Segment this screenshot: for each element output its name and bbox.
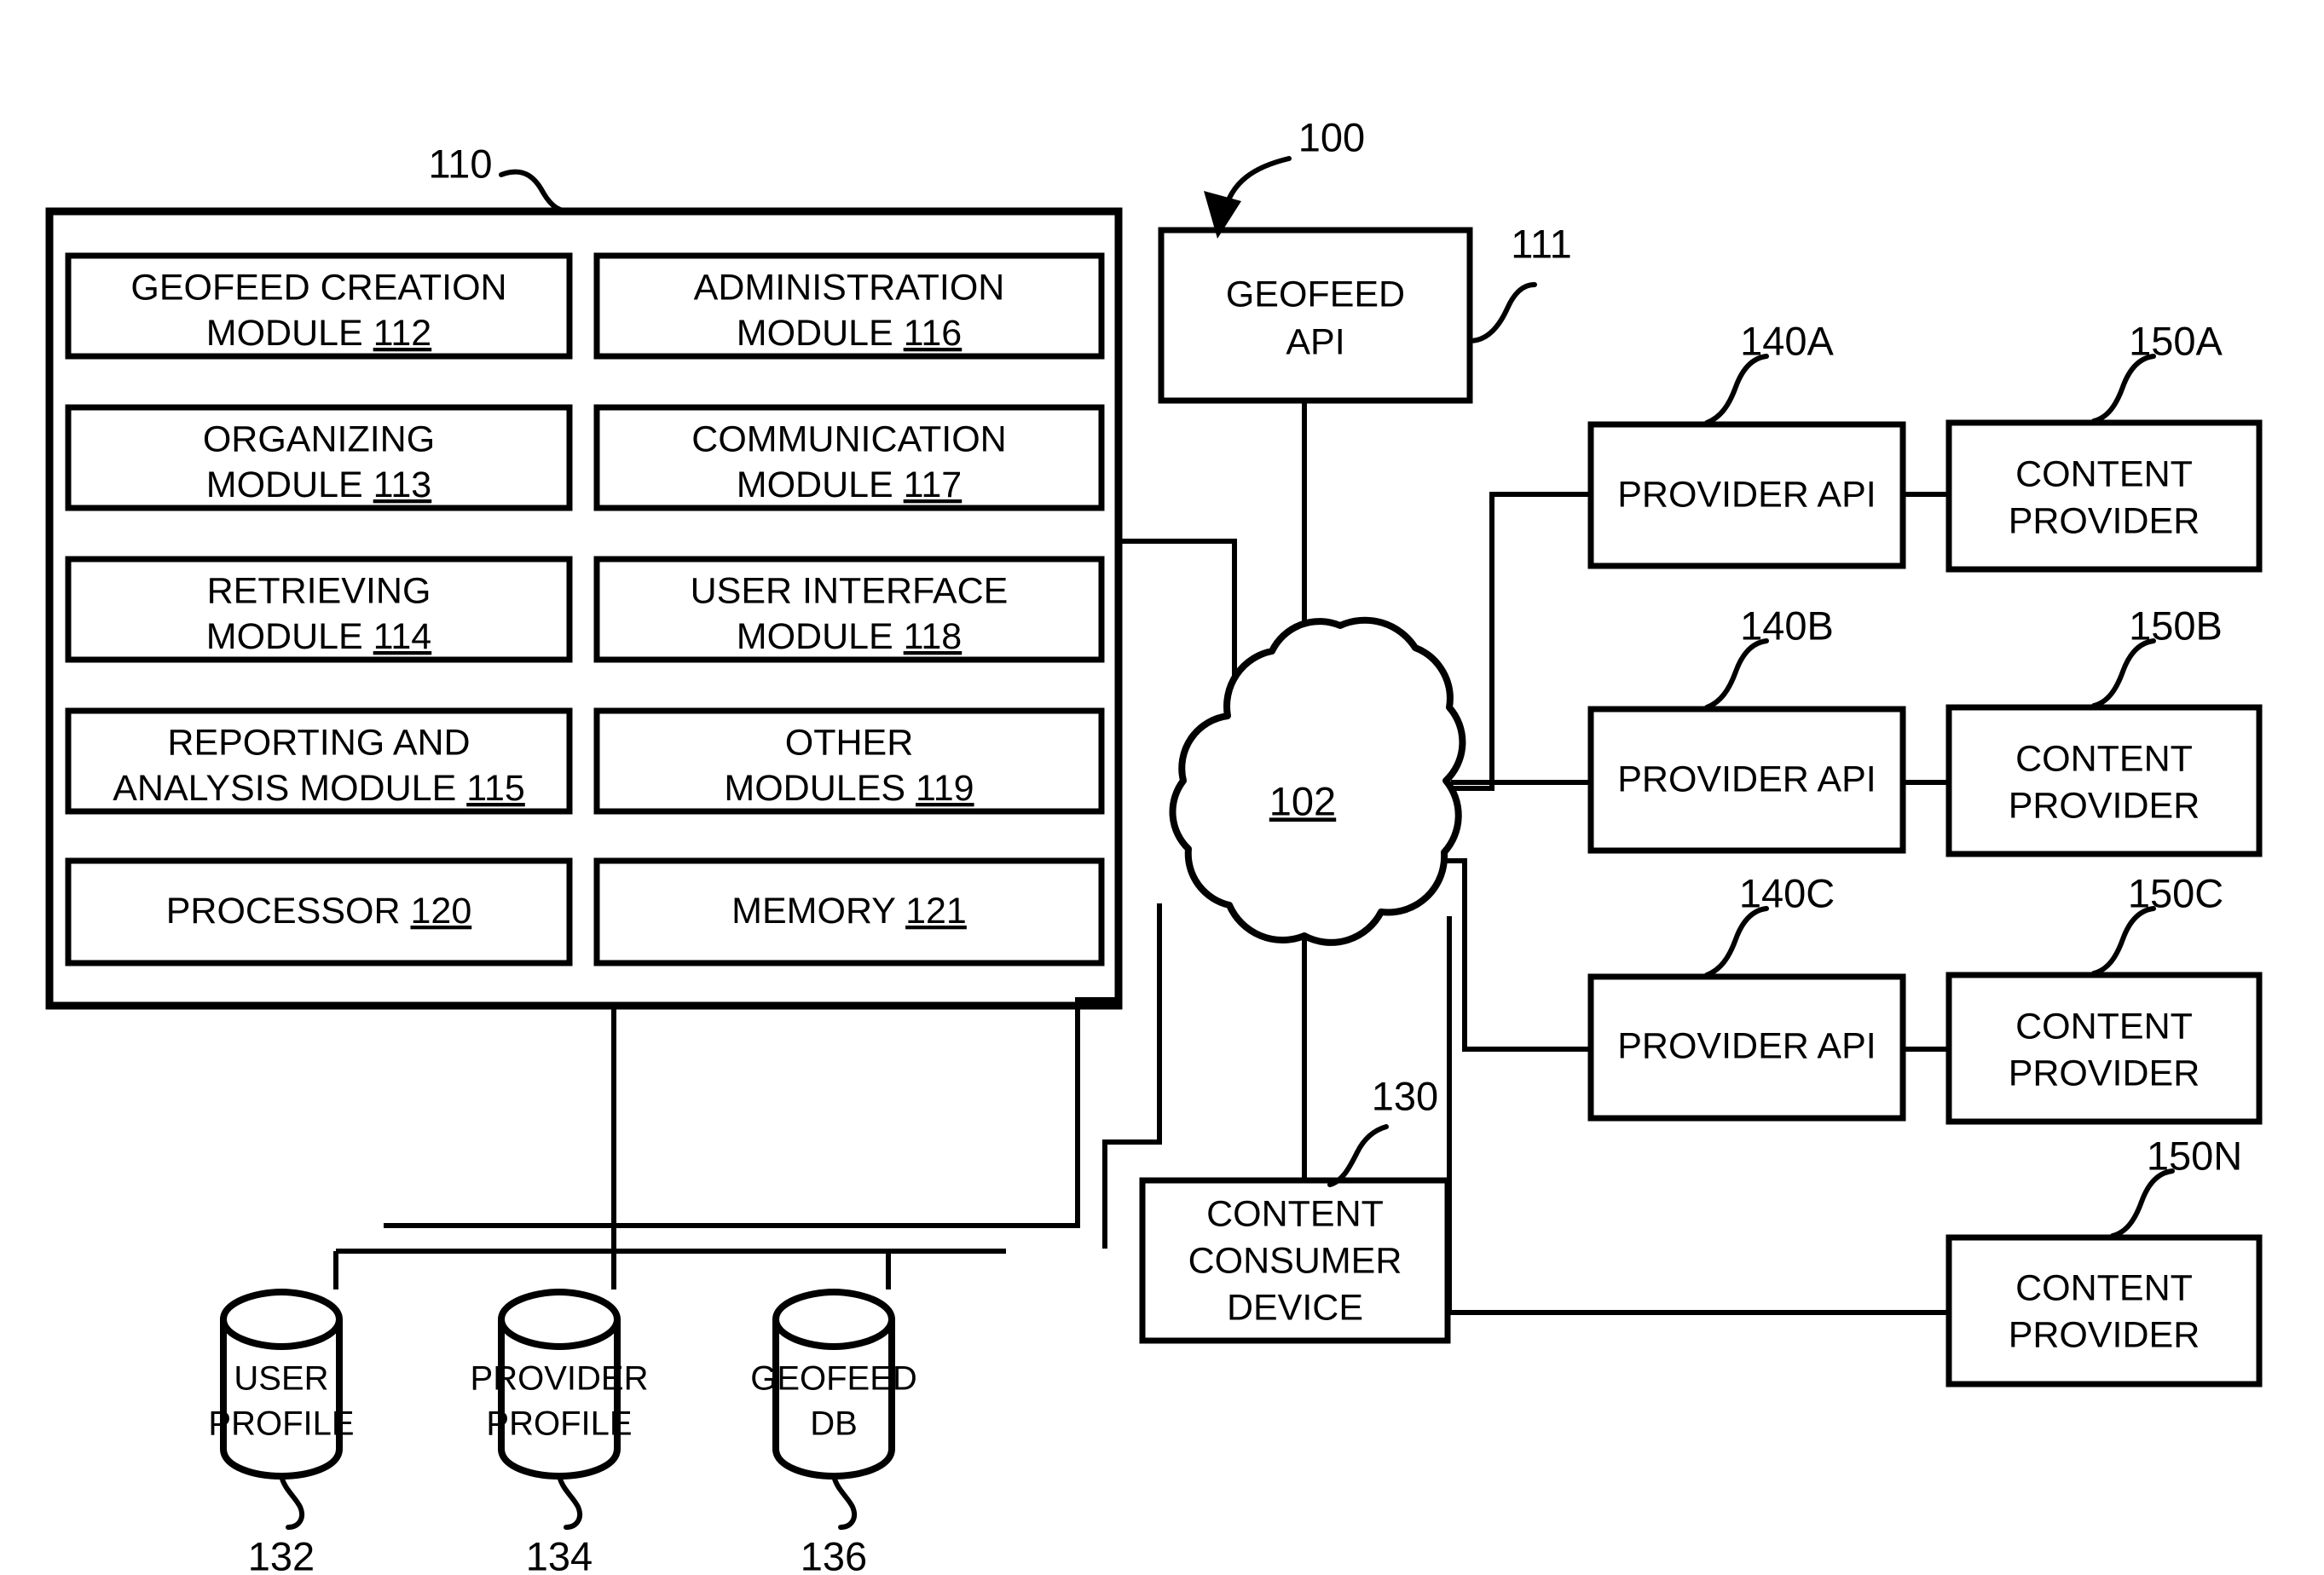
network-cloud-ref: 102: [1269, 778, 1336, 823]
ref-140C: 140C: [1739, 870, 1835, 915]
module-118-line2: MODULE 118: [737, 616, 962, 657]
ref-140B: 140B: [1740, 603, 1834, 648]
leader-150N: [2110, 1168, 2175, 1238]
db-132-line2: PROFILE: [208, 1405, 354, 1443]
module-116-line1: ADMINISTRATION: [694, 267, 1005, 308]
provider-api-label-140B: PROVIDER API: [1617, 759, 1876, 799]
ref-110: 110: [429, 141, 493, 186]
content-provider-box-150N: [1945, 1234, 2263, 1388]
db-132-line1: USER: [234, 1360, 328, 1398]
module-117-line1: COMMUNICATION: [691, 418, 1006, 459]
leader-132: [279, 1474, 305, 1530]
leader-150A: [2091, 354, 2156, 424]
content-provider-line1-150A: CONTENT: [2015, 453, 2193, 494]
geofeed-api-line2: API: [1286, 321, 1344, 362]
module-116-line2: MODULE 116: [737, 313, 962, 354]
db-136-line1: GEOFEED: [750, 1360, 917, 1398]
module-115-line1: REPORTING AND: [167, 722, 470, 763]
leader-150B: [2091, 638, 2156, 708]
ref-150C: 150C: [2128, 870, 2223, 915]
content-provider-line2-150B: PROVIDER: [2009, 785, 2200, 826]
ref-150N: 150N: [2147, 1133, 2242, 1178]
leader-136: [831, 1474, 858, 1530]
consumer-device-line2: CONSUMER: [1188, 1240, 1402, 1281]
ref-130: 130: [1372, 1073, 1438, 1118]
wire-cloud-to-providerC: [1432, 858, 1593, 1052]
module-121-label: MEMORY 121: [731, 891, 967, 932]
content-provider-line1-150C: CONTENT: [2015, 1006, 2193, 1047]
content-provider-box-150C: [1945, 972, 2263, 1125]
wire-system-to-cloud: [1119, 539, 1237, 716]
geofeed-api-box: [1158, 227, 1473, 404]
patent-figure: 110 100 111 GEOFEED CREATION MODULE 112 …: [0, 0, 2324, 1575]
leader-110: [499, 169, 579, 215]
leader-140B: [1704, 638, 1769, 710]
module-118-line1: USER INTERFACE: [691, 570, 1009, 611]
module-112-line2: MODULE 112: [206, 313, 431, 354]
leader-140A: [1704, 354, 1769, 425]
provider-api-label-140C: PROVIDER API: [1617, 1025, 1876, 1066]
wire-system-right-to-dbbus: [384, 997, 1119, 1228]
module-114-line1: RETRIEVING: [207, 570, 431, 611]
ref-150A: 150A: [2129, 318, 2223, 363]
content-provider-line2-150C: PROVIDER: [2009, 1053, 2200, 1093]
db-134-line2: PROFILE: [486, 1405, 632, 1443]
ref-150B: 150B: [2129, 603, 2223, 648]
leader-140C: [1704, 906, 1769, 978]
db-134-line1: PROVIDER: [471, 1360, 649, 1398]
leader-150C: [2091, 906, 2156, 976]
leader-130: [1327, 1124, 1389, 1187]
ref-111: 111: [1511, 221, 1571, 266]
content-provider-line1-150N: CONTENT: [2015, 1267, 2193, 1308]
module-114-line2: MODULE 114: [206, 616, 431, 657]
leader-134: [557, 1474, 583, 1530]
module-119-line1: OTHER: [785, 722, 914, 763]
ref-100: 100: [1298, 114, 1365, 159]
ref-132: 132: [248, 1533, 315, 1575]
content-provider-line1-150B: CONTENT: [2015, 738, 2193, 779]
content-provider-line2-150N: PROVIDER: [2009, 1314, 2200, 1355]
module-117-line2: MODULE 117: [737, 464, 962, 505]
geofeed-api-line1: GEOFEED: [1226, 274, 1405, 314]
module-115-line2: ANALYSIS MODULE 115: [113, 768, 525, 809]
module-113-line2: MODULE 113: [206, 464, 431, 505]
module-119-line2: MODULES 119: [724, 768, 974, 809]
module-120-label: PROCESSOR 120: [166, 891, 471, 932]
db-136-line2: DB: [810, 1405, 858, 1443]
consumer-device-line1: CONTENT: [1206, 1193, 1384, 1234]
module-113-line1: ORGANIZING: [203, 418, 435, 459]
content-provider-line2-150A: PROVIDER: [2009, 500, 2200, 541]
content-provider-box-150A: [1945, 419, 2263, 573]
leader-111: [1467, 282, 1537, 343]
ref-134: 134: [526, 1533, 593, 1575]
module-112-line1: GEOFEED CREATION: [130, 267, 506, 308]
consumer-device-line3: DEVICE: [1227, 1287, 1363, 1328]
content-provider-box-150B: [1945, 704, 2263, 857]
ref-140A: 140A: [1740, 318, 1834, 363]
provider-api-label-140A: PROVIDER API: [1617, 474, 1876, 515]
ref-136: 136: [801, 1533, 867, 1575]
